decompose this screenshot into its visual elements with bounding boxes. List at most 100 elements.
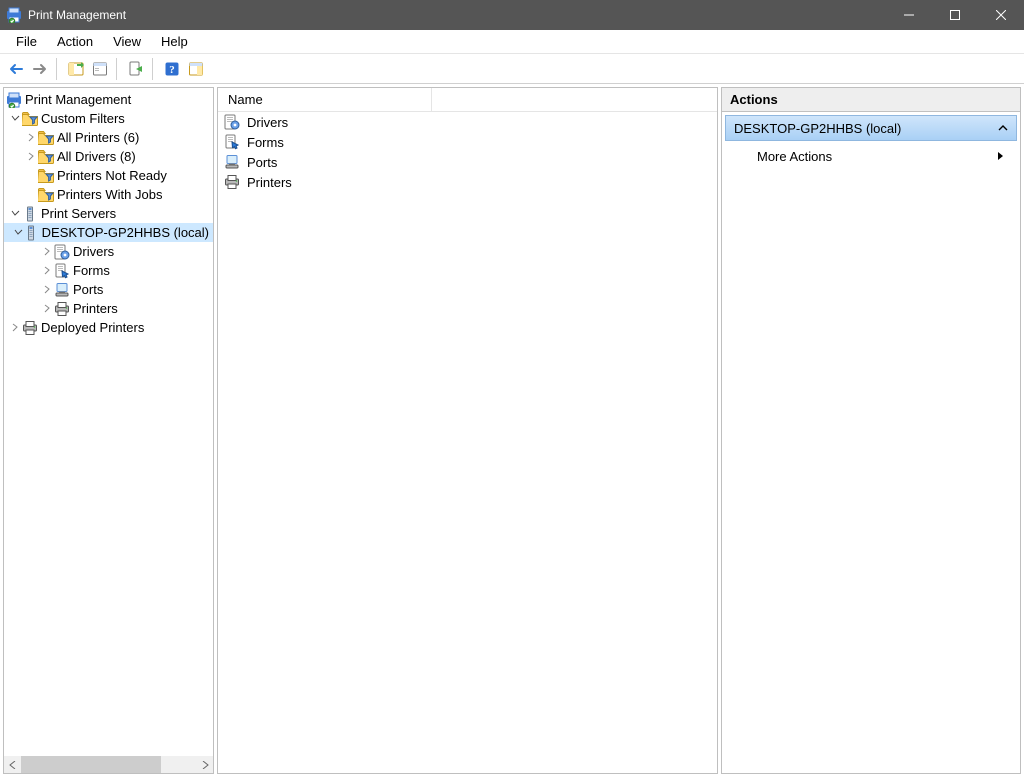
tree-label: Custom Filters — [41, 111, 125, 126]
chevron-right-icon[interactable] — [24, 152, 38, 161]
list-pane: Name Drivers Forms Ports Printers — [217, 87, 718, 774]
tree-printers[interactable]: Printers — [4, 299, 213, 318]
tree-forms[interactable]: Forms — [4, 261, 213, 280]
server-icon — [22, 206, 38, 222]
tree-printers-with-jobs[interactable]: Printers With Jobs — [4, 185, 213, 204]
toolbar-separator — [116, 58, 122, 80]
folder-filter-icon — [22, 111, 38, 127]
menu-action[interactable]: Action — [47, 31, 103, 52]
printer-icon — [22, 320, 38, 336]
drivers-icon — [224, 114, 240, 130]
tree-printers-not-ready[interactable]: Printers Not Ready — [4, 166, 213, 185]
back-button[interactable] — [4, 57, 28, 81]
tree-label: Forms — [73, 263, 110, 278]
folder-filter-icon — [38, 187, 54, 203]
tree-label: Printers — [73, 301, 118, 316]
tree-horizontal-scrollbar[interactable] — [4, 756, 213, 773]
close-button[interactable] — [978, 0, 1024, 30]
toolbar-separator — [56, 58, 62, 80]
maximize-button[interactable] — [932, 0, 978, 30]
chevron-down-icon[interactable] — [14, 228, 23, 237]
chevron-right-icon[interactable] — [24, 133, 38, 142]
printmgmt-icon — [6, 92, 22, 108]
list-item-label: Ports — [247, 155, 277, 170]
chevron-right-icon — [997, 149, 1005, 164]
tree-all-drivers[interactable]: All Drivers (8) — [4, 147, 213, 166]
printer-icon — [54, 301, 70, 317]
tree-ports[interactable]: Ports — [4, 280, 213, 299]
scroll-thumb[interactable] — [21, 756, 161, 773]
main-panes: Print Management Custom Filters All Prin… — [0, 84, 1024, 777]
menu-view[interactable]: View — [103, 31, 151, 52]
tree-label: All Drivers (8) — [57, 149, 136, 164]
tree-label: Drivers — [73, 244, 114, 259]
list-item-label: Forms — [247, 135, 284, 150]
toolbar-separator — [152, 58, 158, 80]
actions-item-label: More Actions — [757, 149, 832, 164]
chevron-down-icon[interactable] — [8, 209, 22, 218]
show-hide-tree-button[interactable] — [64, 57, 88, 81]
tree-label: Ports — [73, 282, 103, 297]
tree-server-local[interactable]: DESKTOP-GP2HHBS (local) — [4, 223, 213, 242]
chevron-right-icon[interactable] — [40, 266, 54, 275]
minimize-button[interactable] — [886, 0, 932, 30]
tree-print-servers[interactable]: Print Servers — [4, 204, 213, 223]
chevron-right-icon[interactable] — [40, 285, 54, 294]
tree-all-printers[interactable]: All Printers (6) — [4, 128, 213, 147]
tree-root[interactable]: Print Management — [4, 90, 213, 109]
ports-icon — [54, 282, 70, 298]
tree-label: Printers Not Ready — [57, 168, 167, 183]
tree-label: Print Servers — [41, 206, 116, 221]
menu-file[interactable]: File — [6, 31, 47, 52]
server-icon — [23, 225, 39, 241]
actions-more-actions[interactable]: More Actions — [725, 143, 1017, 169]
scroll-left-button[interactable] — [4, 756, 21, 773]
tree-custom-filters[interactable]: Custom Filters — [4, 109, 213, 128]
titlebar: Print Management — [0, 0, 1024, 30]
forms-icon — [224, 134, 240, 150]
chevron-right-icon[interactable] — [8, 323, 22, 332]
help-button[interactable] — [160, 57, 184, 81]
window-controls — [886, 0, 1024, 30]
list-header: Name — [218, 88, 717, 112]
properties-button[interactable] — [88, 57, 112, 81]
list-item-printers[interactable]: Printers — [218, 172, 717, 192]
scroll-right-button[interactable] — [196, 756, 213, 773]
list-item-label: Printers — [247, 175, 292, 190]
menu-help[interactable]: Help — [151, 31, 198, 52]
tree-label: Deployed Printers — [41, 320, 144, 335]
actions-group-label: DESKTOP-GP2HHBS (local) — [734, 121, 901, 136]
folder-filter-icon — [38, 130, 54, 146]
scroll-track[interactable] — [21, 756, 196, 773]
list-item-forms[interactable]: Forms — [218, 132, 717, 152]
actions-title: Actions — [722, 88, 1020, 112]
folder-filter-icon — [38, 149, 54, 165]
list-body[interactable]: Drivers Forms Ports Printers — [218, 112, 717, 773]
chevron-right-icon[interactable] — [40, 247, 54, 256]
folder-filter-icon — [38, 168, 54, 184]
export-list-button[interactable] — [124, 57, 148, 81]
list-item-label: Drivers — [247, 115, 288, 130]
app-icon — [6, 7, 22, 23]
window-title: Print Management — [28, 8, 886, 22]
forward-button[interactable] — [28, 57, 52, 81]
chevron-up-icon — [998, 121, 1008, 136]
show-hide-action-pane-button[interactable] — [184, 57, 208, 81]
menubar: File Action View Help — [0, 30, 1024, 54]
list-item-drivers[interactable]: Drivers — [218, 112, 717, 132]
forms-icon — [54, 263, 70, 279]
tree-drivers[interactable]: Drivers — [4, 242, 213, 261]
ports-icon — [224, 154, 240, 170]
tree-deployed-printers[interactable]: Deployed Printers — [4, 318, 213, 337]
chevron-right-icon[interactable] — [40, 304, 54, 313]
printer-icon — [224, 174, 240, 190]
toolbar — [0, 54, 1024, 84]
actions-pane: Actions DESKTOP-GP2HHBS (local) More Act… — [721, 87, 1021, 774]
actions-group-header[interactable]: DESKTOP-GP2HHBS (local) — [725, 115, 1017, 141]
drivers-icon — [54, 244, 70, 260]
tree-pane: Print Management Custom Filters All Prin… — [3, 87, 214, 774]
column-header-name[interactable]: Name — [218, 88, 432, 111]
chevron-down-icon[interactable] — [8, 114, 22, 123]
list-item-ports[interactable]: Ports — [218, 152, 717, 172]
tree[interactable]: Print Management Custom Filters All Prin… — [4, 88, 213, 756]
